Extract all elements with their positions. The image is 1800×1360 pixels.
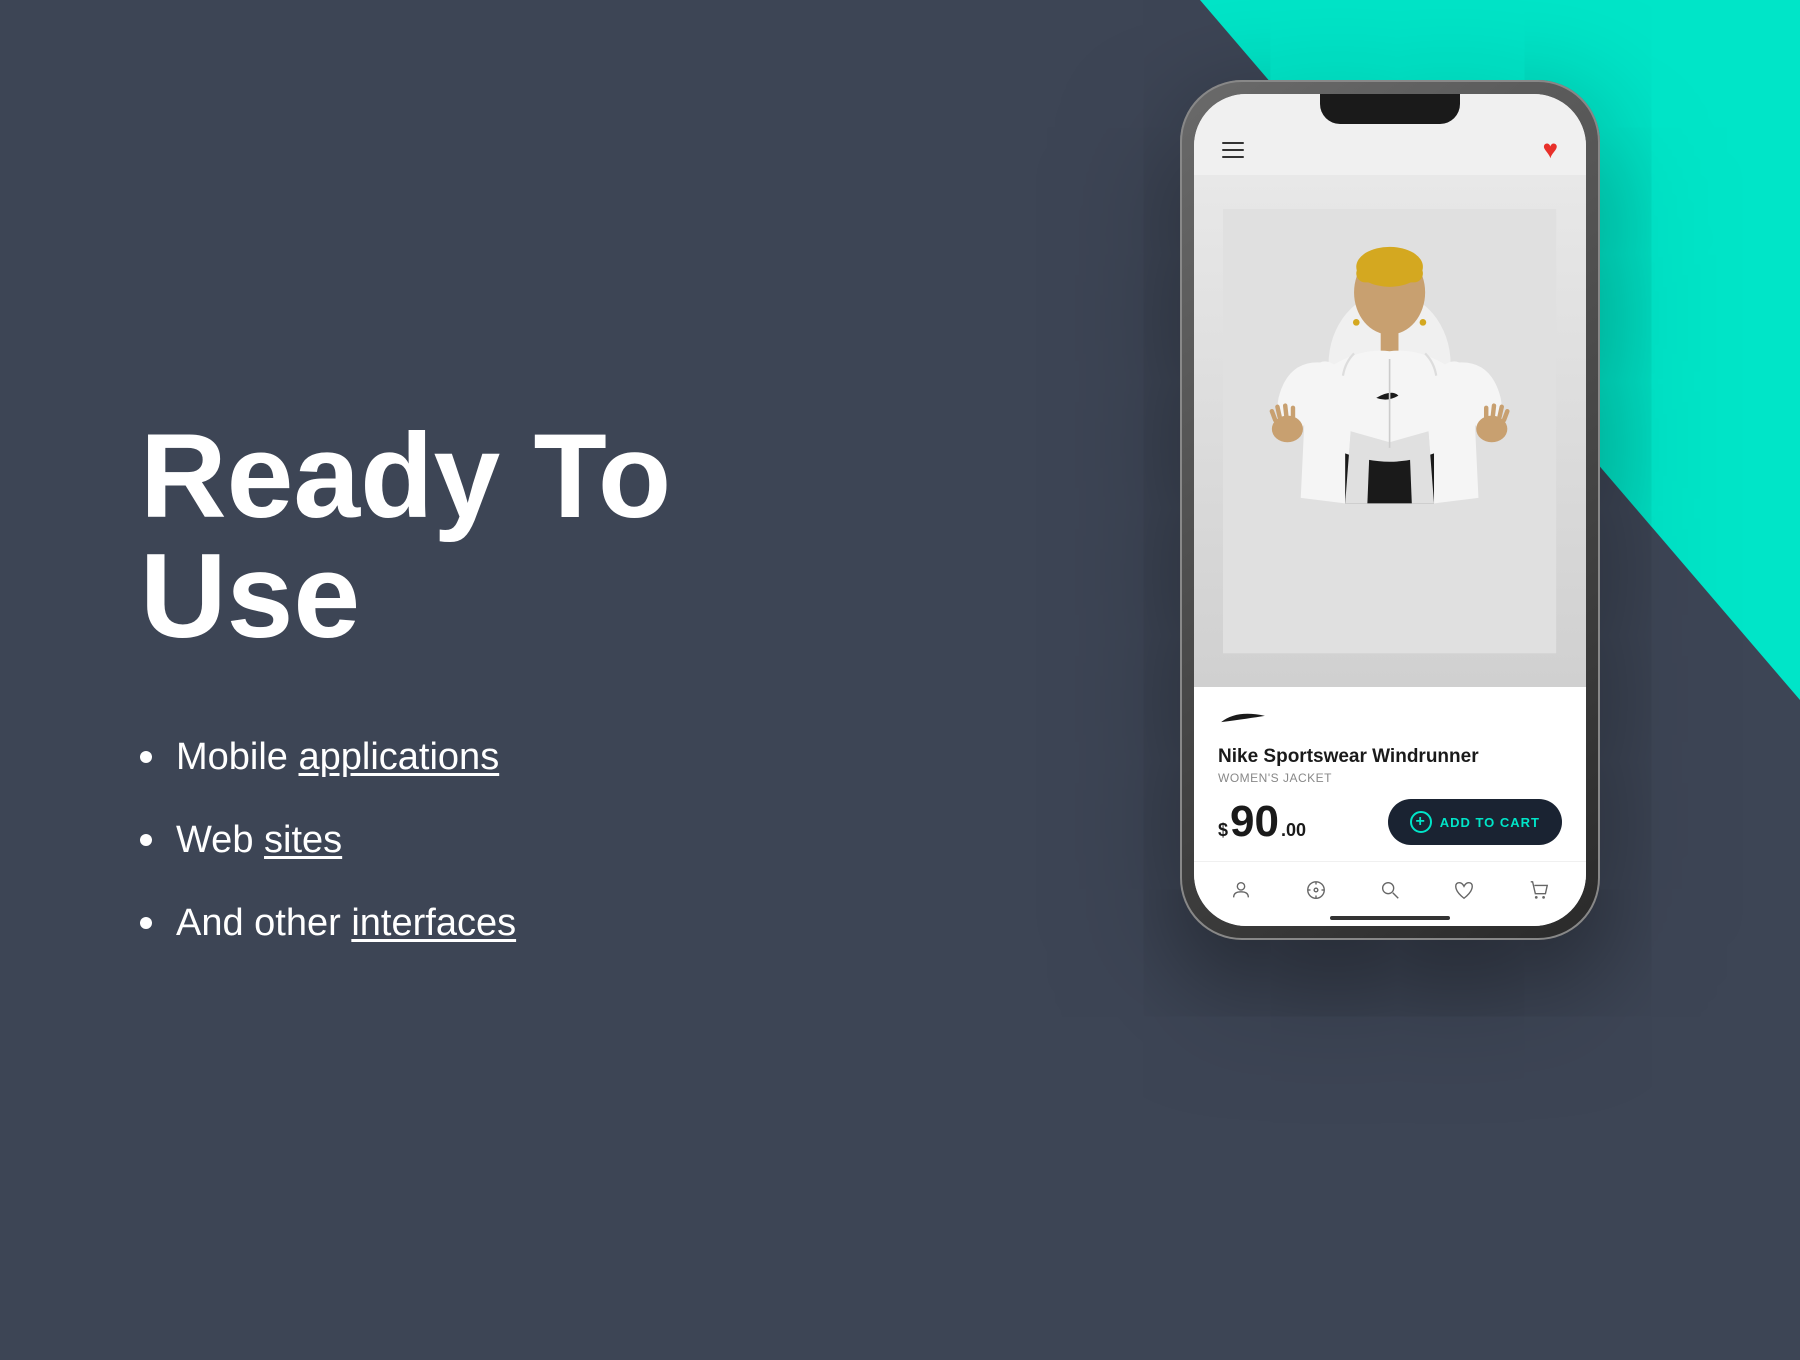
bullet-dot bbox=[140, 917, 152, 929]
home-indicator bbox=[1330, 916, 1450, 920]
list-item: Web sites bbox=[140, 819, 750, 862]
plus-icon: + bbox=[1410, 811, 1432, 833]
nav-profile-icon[interactable] bbox=[1223, 872, 1259, 908]
add-to-cart-label: ADD TO CART bbox=[1440, 815, 1540, 830]
nav-wishlist-icon[interactable] bbox=[1446, 872, 1482, 908]
phone-screen: ♥ bbox=[1194, 94, 1586, 926]
bullet-text: Mobile applications bbox=[176, 736, 499, 779]
list-item: And other interfaces bbox=[140, 902, 750, 945]
nav-cart-icon[interactable] bbox=[1521, 872, 1557, 908]
nav-explore-icon[interactable] bbox=[1298, 872, 1334, 908]
bullet-text: And other interfaces bbox=[176, 902, 516, 945]
bullet-dot bbox=[140, 751, 152, 763]
product-action-row: $ 90 .00 + ADD TO CART bbox=[1218, 799, 1562, 845]
left-section: Ready To Use Mobile applications Web sit… bbox=[0, 0, 750, 1360]
feature-list: Mobile applications Web sites And other … bbox=[140, 736, 750, 945]
phone-outer-frame: ♥ bbox=[1180, 80, 1600, 940]
phone-notch bbox=[1320, 94, 1460, 124]
bullet-text: Web sites bbox=[176, 819, 342, 862]
list-item: Mobile applications bbox=[140, 736, 750, 779]
brand-logo bbox=[1218, 707, 1562, 736]
product-category: WOMEN'S JACKET bbox=[1218, 771, 1562, 785]
bullet-dot bbox=[140, 834, 152, 846]
add-to-cart-button[interactable]: + ADD TO CART bbox=[1388, 799, 1562, 845]
product-image-area bbox=[1194, 175, 1586, 687]
product-image bbox=[1223, 188, 1556, 674]
main-headline: Ready To Use bbox=[140, 416, 750, 656]
price-main: 90 bbox=[1230, 800, 1279, 844]
price-dollar: $ bbox=[1218, 820, 1228, 841]
menu-icon[interactable] bbox=[1222, 142, 1244, 158]
favorite-icon[interactable]: ♥ bbox=[1543, 134, 1558, 165]
nav-search-icon[interactable] bbox=[1372, 872, 1408, 908]
price-display: $ 90 .00 bbox=[1218, 800, 1306, 844]
price-cents: .00 bbox=[1281, 820, 1306, 841]
product-detail-panel: Nike Sportswear Windrunner WOMEN'S JACKE… bbox=[1194, 687, 1586, 861]
product-name: Nike Sportswear Windrunner bbox=[1218, 746, 1562, 768]
phone-mockup: ♥ bbox=[1180, 80, 1600, 940]
